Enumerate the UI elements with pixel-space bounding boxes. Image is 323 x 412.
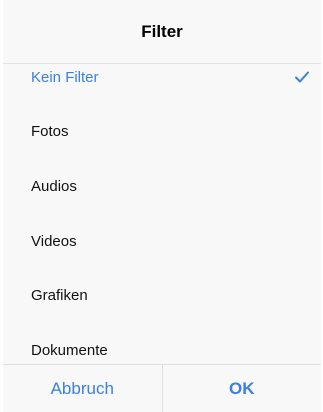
filter-option-label: Audios [31, 177, 77, 195]
filter-option-label: Kein Filter [31, 68, 99, 86]
filter-option-label: Fotos [31, 122, 69, 140]
filter-option-label: Dokumente [31, 341, 108, 359]
filter-option-label: Videos [31, 232, 77, 250]
dialog-button-bar: Abbruch OK [3, 364, 321, 412]
cancel-button[interactable]: Abbruch [3, 365, 162, 412]
filter-option-audios[interactable]: Audios [3, 159, 321, 213]
checkmark-icon [295, 64, 309, 104]
filter-dialog: Filter Kein Filter Fotos Audios Videos G… [3, 0, 321, 412]
dialog-title: Filter [3, 0, 321, 64]
filter-options-list: Kein Filter Fotos Audios Videos Grafiken… [3, 64, 321, 364]
filter-option-kein-filter[interactable]: Kein Filter [3, 64, 321, 104]
filter-option-label: Grafiken [31, 286, 88, 304]
filter-option-fotos[interactable]: Fotos [3, 104, 321, 158]
filter-option-videos[interactable]: Videos [3, 214, 321, 268]
ok-button[interactable]: OK [161, 365, 322, 412]
filter-option-grafiken[interactable]: Grafiken [3, 268, 321, 322]
filter-option-dokumente[interactable]: Dokumente [3, 323, 321, 364]
